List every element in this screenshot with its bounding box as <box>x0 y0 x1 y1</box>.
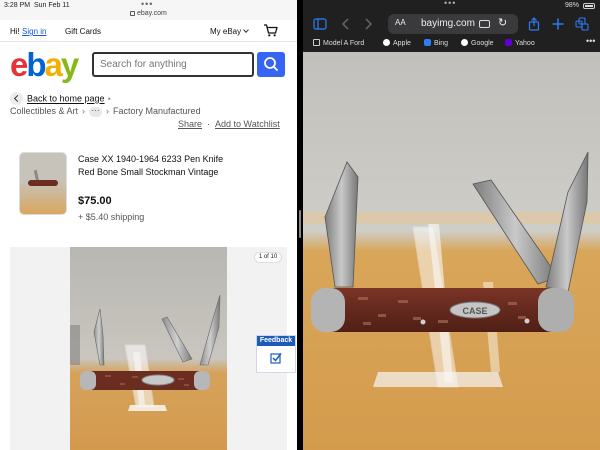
nav-divider <box>0 41 297 42</box>
multitask-dots[interactable]: ••• <box>444 0 456 8</box>
status-time: 3:28 PM Sun Feb 11 <box>4 2 70 9</box>
status-bar: 3:28 PM Sun Feb 11 ••• ebay.com <box>0 0 297 20</box>
logo-letter-y: y <box>60 46 79 83</box>
search-icon <box>264 57 278 71</box>
my-ebay-label: My eBay <box>210 27 242 36</box>
folder-icon <box>313 39 320 46</box>
breadcrumb-separator-icon: › <box>82 106 86 116</box>
actions-separator: · <box>207 119 211 129</box>
brand-shield-text: CASE <box>462 306 487 316</box>
back-to-home[interactable]: Back to home page • <box>10 92 111 105</box>
ebay-logo[interactable]: ebay <box>10 46 79 83</box>
bookmark-bing[interactable]: Bing <box>424 39 448 47</box>
item-shipping: + $5.40 shipping <box>78 212 145 222</box>
sidebar-icon[interactable] <box>313 17 327 31</box>
image-pane: ••• 98% AA bayimg.com ↻ Model A Ford App… <box>303 0 600 450</box>
logo-letter-a: a <box>44 46 63 83</box>
breadcrumb-more-button[interactable]: ··· <box>89 106 103 117</box>
address-bar[interactable]: AA bayimg.com ↻ <box>388 14 518 34</box>
google-icon <box>461 39 468 46</box>
new-tab-icon[interactable] <box>551 17 565 31</box>
safari-toolbar: AA bayimg.com ↻ <box>303 12 600 36</box>
feedback-widget[interactable]: Feedback <box>256 335 296 373</box>
back-to-home-link[interactable]: Back to home page <box>27 94 105 104</box>
multitask-dots[interactable]: ••• <box>141 0 153 9</box>
bookmark-label: Yahoo <box>515 40 535 47</box>
image-counter: 1 of 10 <box>254 252 282 263</box>
breadcrumb-factory-manufactured[interactable]: Factory Manufactured <box>113 106 201 116</box>
bookmark-label: Bing <box>434 40 449 47</box>
bookmark-label: Google <box>471 40 494 47</box>
reload-icon[interactable]: ↻ <box>498 18 507 29</box>
back-separator: • <box>107 93 111 104</box>
logo-letter-b: b <box>26 46 46 83</box>
bookmark-apple[interactable]: Apple <box>383 39 411 47</box>
my-ebay-menu[interactable]: My eBay <box>210 27 249 36</box>
top-nav: Hi! Sign in Gift Cards My eBay <box>0 22 297 40</box>
split-screen: 3:28 PM Sun Feb 11 ••• ebay.com Hi! Sign… <box>0 0 600 450</box>
full-size-photo[interactable]: CASE <box>303 52 600 450</box>
url-bar[interactable]: ebay.com <box>130 10 167 17</box>
back-icon[interactable] <box>339 17 353 31</box>
tabs-icon[interactable] <box>575 17 589 31</box>
feedback-checkbox-icon <box>270 353 282 364</box>
back-arrow-icon <box>10 92 23 105</box>
item-summary[interactable]: Case XX 1940-1964 6233 Pen Knife Red Bon… <box>10 145 290 223</box>
lock-icon <box>130 11 135 16</box>
cart-icon[interactable] <box>263 24 278 37</box>
gallery-main-photo[interactable] <box>70 247 227 450</box>
bookmark-google[interactable]: Google <box>461 39 494 47</box>
add-to-watchlist-link[interactable]: Add to Watchlist <box>215 119 280 129</box>
search-button[interactable] <box>257 52 285 77</box>
bookmark-yahoo[interactable]: Yahoo <box>505 39 535 47</box>
thumbnail-knife <box>28 180 58 186</box>
knife-photo-large: CASE <box>303 52 600 450</box>
item-title[interactable]: Case XX 1940-1964 6233 Pen Knife Red Bon… <box>78 153 228 178</box>
item-thumbnail[interactable] <box>19 152 67 215</box>
favorites-bar: Model A Ford Apple Bing Google Yahoo ••• <box>303 36 600 50</box>
battery-icon <box>583 3 595 9</box>
favorites-more-icon[interactable]: ••• <box>586 36 595 46</box>
breadcrumb: Collectibles & Art › ··· › Factory Manufactu… <box>10 106 201 117</box>
yahoo-icon <box>505 39 512 46</box>
share-link[interactable]: Share <box>178 119 202 129</box>
status-bar: ••• 98% <box>303 0 600 12</box>
url-text: ebay.com <box>137 10 167 17</box>
address-host: bayimg.com <box>421 18 475 29</box>
chevron-down-icon <box>243 27 249 33</box>
bookmark-model-a-ford[interactable]: Model A Ford <box>313 39 364 47</box>
knife-photo <box>70 247 227 450</box>
share-icon[interactable] <box>527 17 541 31</box>
text-size-button[interactable]: AA <box>395 18 406 27</box>
item-price: $75.00 <box>78 195 112 207</box>
ebay-pane: 3:28 PM Sun Feb 11 ••• ebay.com Hi! Sign… <box>0 0 297 450</box>
greeting-text: Hi! <box>10 27 20 36</box>
split-view-grip[interactable] <box>299 210 301 238</box>
bookmark-label: Model A Ford <box>323 40 365 47</box>
forward-icon[interactable] <box>361 17 375 31</box>
bing-icon <box>424 39 431 46</box>
apple-icon <box>383 39 390 46</box>
battery-percent: 98% <box>565 2 580 9</box>
sign-in-link[interactable]: Sign in <box>22 27 46 36</box>
breadcrumb-separator-icon: › <box>106 106 110 116</box>
item-actions: Share · Add to Watchlist <box>178 119 280 129</box>
search-input[interactable]: Search for anything <box>92 52 254 77</box>
reader-icon[interactable] <box>479 20 490 28</box>
image-gallery[interactable]: 1 of 10 <box>10 247 287 450</box>
logo-letter-e: e <box>10 46 28 83</box>
gift-cards-link[interactable]: Gift Cards <box>65 27 101 36</box>
breadcrumb-collectibles[interactable]: Collectibles & Art <box>10 106 78 116</box>
feedback-label: Feedback <box>257 336 295 346</box>
bookmark-label: Apple <box>393 40 411 47</box>
